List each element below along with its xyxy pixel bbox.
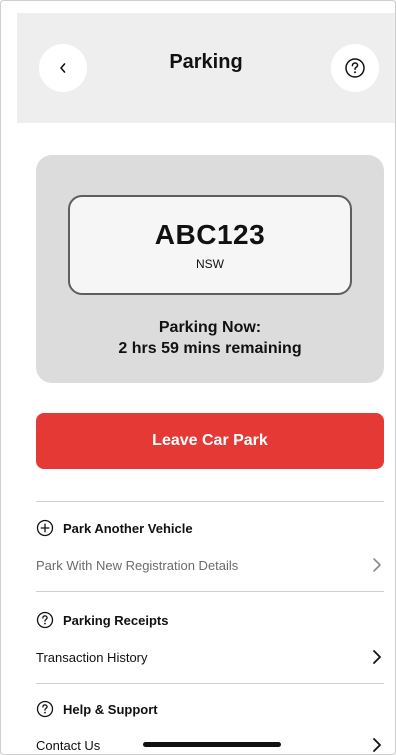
- divider: [36, 591, 384, 592]
- question-circle-icon: [36, 700, 54, 718]
- section-title: Parking Receipts: [63, 612, 169, 628]
- chevron-right-icon: [372, 737, 382, 753]
- parking-status: Parking Now: 2 hrs 59 mins remaining: [36, 317, 384, 359]
- plate-number: ABC123: [154, 219, 266, 250]
- top-bar: Parking: [17, 13, 395, 123]
- parking-status-card: ABC123 NSW Parking Now: 2 hrs 59 mins re…: [36, 155, 384, 383]
- section-title: Park Another Vehicle: [63, 520, 193, 536]
- section-title: Help & Support: [63, 701, 158, 717]
- question-circle-icon: [36, 611, 54, 629]
- status-label: Parking Now:: [158, 319, 262, 336]
- section-parking-receipts: Parking Receipts: [36, 611, 169, 629]
- chevron-right-icon: [372, 649, 382, 665]
- time-remaining: 2 hrs 59 mins remaining: [118, 340, 302, 357]
- transaction-history-row[interactable]: Transaction History: [36, 645, 384, 669]
- divider: [36, 501, 384, 502]
- section-park-another-vehicle: Park Another Vehicle: [36, 519, 193, 537]
- row-label: Transaction History: [36, 649, 148, 665]
- app-screen: Parking ABC123 NSW Parking Now: 2 hrs 59…: [0, 0, 396, 755]
- license-plate: ABC123 NSW: [68, 195, 352, 295]
- plus-circle-icon: [36, 519, 54, 537]
- plate-state: NSW: [196, 257, 224, 271]
- chevron-right-icon: [372, 557, 382, 573]
- divider: [36, 683, 384, 684]
- leave-car-park-button[interactable]: Leave Car Park: [36, 413, 384, 469]
- home-indicator: [143, 742, 281, 747]
- section-help-support: Help & Support: [36, 700, 158, 718]
- row-label: Park With New Registration Details: [36, 557, 239, 573]
- help-button[interactable]: [331, 44, 379, 92]
- park-new-registration-row[interactable]: Park With New Registration Details: [36, 553, 384, 577]
- row-label: Contact Us: [36, 737, 101, 753]
- question-circle-icon: [345, 58, 365, 78]
